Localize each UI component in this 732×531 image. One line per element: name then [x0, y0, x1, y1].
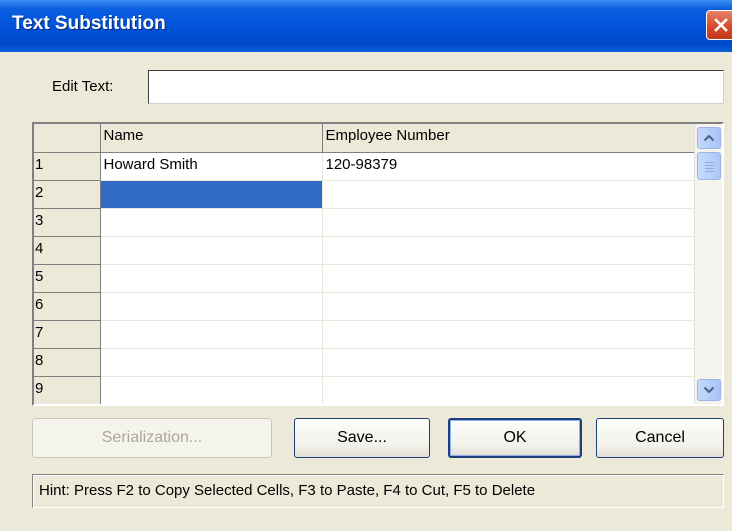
thumb-grip — [705, 168, 714, 169]
employee-number-cell[interactable]: 120-98379 — [322, 152, 697, 181]
employee-number-cell[interactable] — [322, 376, 697, 404]
hint-bar: Hint: Press F2 to Copy Selected Cells, F… — [32, 474, 724, 508]
close-button[interactable] — [706, 10, 732, 40]
name-cell[interactable] — [100, 236, 323, 265]
cancel-button[interactable]: Cancel — [596, 418, 724, 458]
edit-text-label: Edit Text: — [52, 78, 114, 95]
table-row[interactable]: 5 — [34, 264, 697, 293]
row-header[interactable]: 7 — [34, 320, 101, 349]
window-title: Text Substitution — [12, 13, 166, 34]
chevron-up-icon — [703, 134, 715, 142]
close-icon — [714, 18, 728, 32]
name-cell[interactable]: Howard Smith — [100, 152, 323, 181]
name-cell[interactable] — [100, 208, 323, 237]
chevron-down-icon — [703, 386, 715, 394]
scroll-up-button[interactable] — [697, 127, 721, 149]
edit-text-input[interactable] — [148, 70, 724, 104]
thumb-grip — [705, 165, 714, 166]
table-row[interactable]: 9 — [34, 376, 697, 404]
name-cell[interactable] — [100, 376, 323, 404]
name-cell[interactable] — [100, 292, 323, 321]
employee-number-cell[interactable] — [322, 264, 697, 293]
employee-number-cell[interactable] — [322, 236, 697, 265]
row-header[interactable]: 2 — [34, 180, 101, 209]
table-row[interactable]: 6 — [34, 292, 697, 321]
name-cell[interactable] — [100, 180, 323, 209]
employee-number-cell[interactable] — [322, 348, 697, 377]
thumb-grip — [705, 162, 714, 163]
table-row[interactable]: 2 — [34, 180, 697, 209]
row-header[interactable]: 8 — [34, 348, 101, 377]
vertical-scrollbar[interactable] — [694, 124, 722, 404]
employee-number-cell[interactable] — [322, 320, 697, 349]
row-header[interactable]: 6 — [34, 292, 101, 321]
name-cell[interactable] — [100, 320, 323, 349]
table-row[interactable]: 8 — [34, 348, 697, 377]
table-row[interactable]: 4 — [34, 236, 697, 265]
grid-corner[interactable] — [34, 124, 101, 153]
employee-number-cell[interactable] — [322, 180, 697, 209]
table-row[interactable]: 7 — [34, 320, 697, 349]
ok-button[interactable]: OK — [448, 418, 582, 458]
scroll-thumb[interactable] — [697, 152, 721, 180]
employee-number-cell[interactable] — [322, 292, 697, 321]
grid-table: Name Employee Number 1 Howard Smith 120-98… — [34, 124, 697, 404]
name-cell[interactable] — [100, 348, 323, 377]
substitution-grid[interactable]: Name Employee Number 1 Howard Smith 120-98… — [32, 122, 724, 406]
thumb-grip — [705, 171, 714, 172]
column-header-employee-number[interactable]: Employee Number — [322, 124, 697, 153]
scroll-down-button[interactable] — [697, 379, 721, 401]
row-header[interactable]: 3 — [34, 208, 101, 237]
employee-number-cell[interactable] — [322, 208, 697, 237]
table-row[interactable]: 3 — [34, 208, 697, 237]
row-header[interactable]: 4 — [34, 236, 101, 265]
column-header-name[interactable]: Name — [100, 124, 323, 153]
serialization-button[interactable]: Serialization... — [32, 418, 272, 458]
table-row[interactable]: 1 Howard Smith 120-98379 — [34, 152, 697, 181]
title-bar[interactable]: Text Substitution — [0, 0, 732, 52]
row-header[interactable]: 9 — [34, 376, 101, 404]
row-header[interactable]: 1 — [34, 152, 101, 181]
row-header[interactable]: 5 — [34, 264, 101, 293]
save-button[interactable]: Save... — [294, 418, 430, 458]
name-cell[interactable] — [100, 264, 323, 293]
